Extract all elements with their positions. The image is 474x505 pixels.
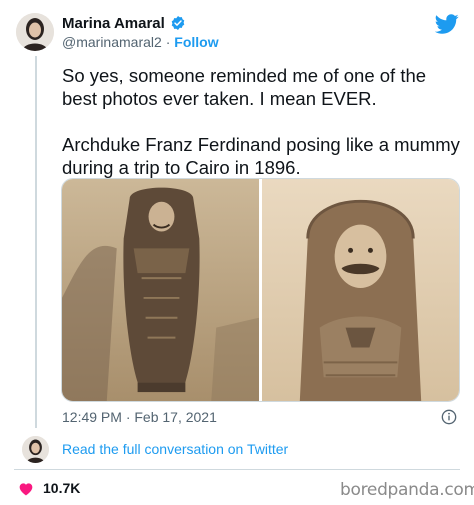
twitter-bird-icon[interactable] <box>435 12 459 36</box>
avatar-image <box>16 13 54 51</box>
sepia-photo <box>262 179 459 401</box>
photo-full-figure[interactable] <box>62 179 259 401</box>
handle-row: @marinamaral2 · Follow <box>62 34 219 50</box>
divider <box>14 469 460 470</box>
site-watermark: boredpanda.com <box>340 480 474 500</box>
like-count: 10.7K <box>43 480 81 496</box>
follow-button[interactable]: Follow <box>174 34 218 50</box>
verified-badge-icon <box>171 16 185 30</box>
handle-separator: · <box>165 34 171 50</box>
sepia-photo <box>62 179 259 401</box>
tweet-paragraph: Archduke Franz Ferdinand posing like a m… <box>62 134 460 178</box>
media-grid <box>61 178 460 402</box>
tweet-paragraph: So yes, someone reminded me of one of th… <box>62 65 427 109</box>
heart-icon[interactable] <box>18 481 34 497</box>
author-avatar[interactable] <box>16 13 54 51</box>
reply-avatar <box>22 436 49 463</box>
photo-close-up[interactable] <box>262 179 459 401</box>
tweet-timestamp[interactable]: 12:49 PM · Feb 17, 2021 <box>62 409 217 425</box>
author-handle[interactable]: @marinamaral2 <box>62 34 162 50</box>
thread-line <box>35 56 37 428</box>
avatar-image <box>22 436 49 463</box>
read-conversation-link[interactable]: Read the full conversation on Twitter <box>62 441 288 457</box>
info-icon[interactable] <box>441 409 457 425</box>
author-name[interactable]: Marina Amaral <box>62 15 165 32</box>
